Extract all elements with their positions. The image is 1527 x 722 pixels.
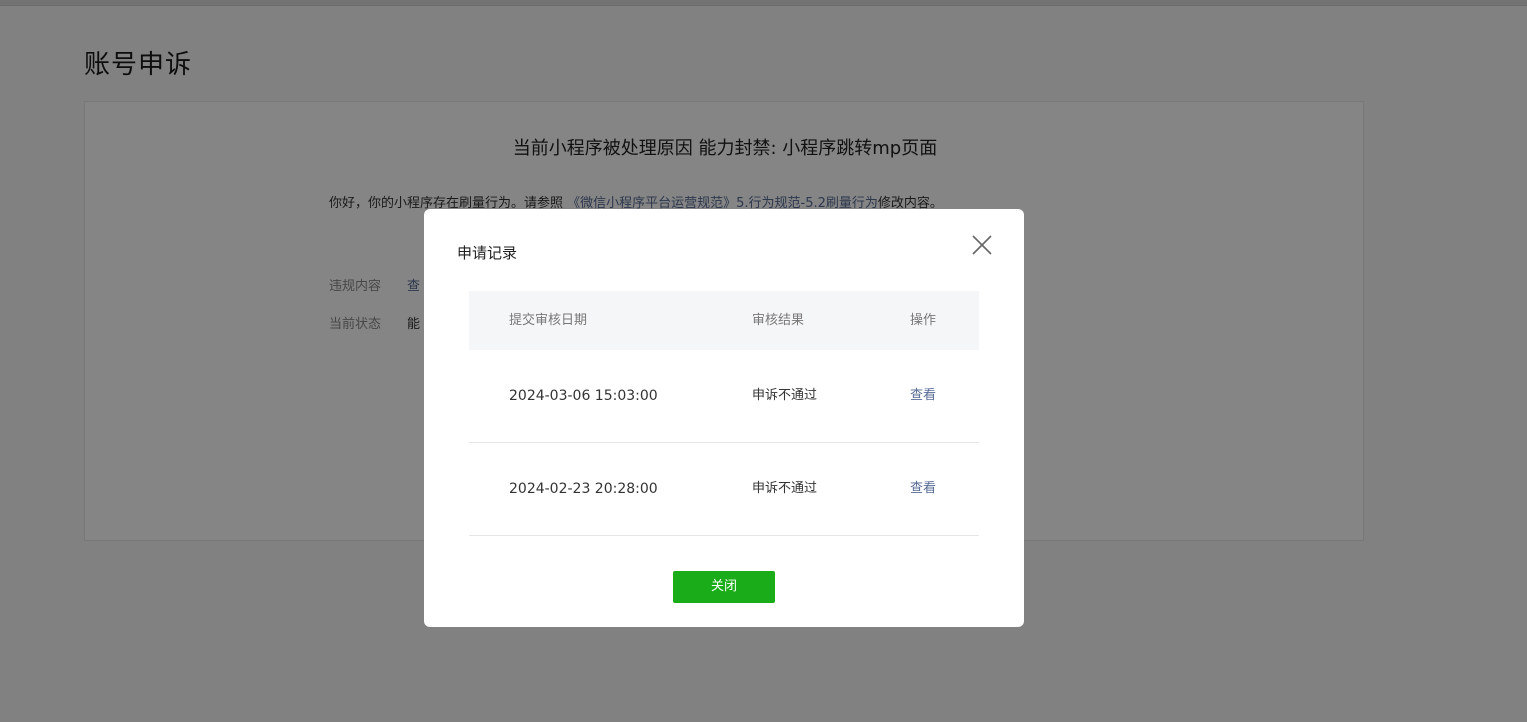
row-result: 申诉不通过: [752, 388, 818, 403]
view-link[interactable]: 查看: [910, 350, 936, 442]
view-link[interactable]: 查看: [910, 443, 936, 535]
close-icon[interactable]: [970, 233, 994, 257]
row-result: 申诉不通过: [752, 481, 818, 496]
table-header: 提交审核日期 审核结果 操作: [469, 291, 979, 350]
column-header-result: 审核结果: [752, 313, 805, 328]
close-button[interactable]: 关闭: [673, 571, 775, 603]
dialog-title: 申请记录: [457, 244, 518, 262]
row-date: 2024-03-06 15:03:00: [509, 388, 658, 404]
column-header-date: 提交审核日期: [509, 313, 588, 328]
table-row: 2024-03-06 15:03:00 申诉不通过 查看: [469, 350, 979, 443]
row-date: 2024-02-23 20:28:00: [509, 481, 658, 497]
application-records-dialog: 申请记录 提交审核日期 审核结果 操作 2024-03-06 15:03:00 …: [424, 209, 1024, 627]
table-row: 2024-02-23 20:28:00 申诉不通过 查看: [469, 443, 979, 536]
page: 账号申诉 当前小程序被处理原因 能力封禁: 小程序跳转mp页面 你好，你的小程序…: [0, 0, 1527, 722]
records-table: 提交审核日期 审核结果 操作 2024-03-06 15:03:00 申诉不通过…: [469, 291, 979, 536]
column-header-action: 操作: [910, 313, 937, 328]
